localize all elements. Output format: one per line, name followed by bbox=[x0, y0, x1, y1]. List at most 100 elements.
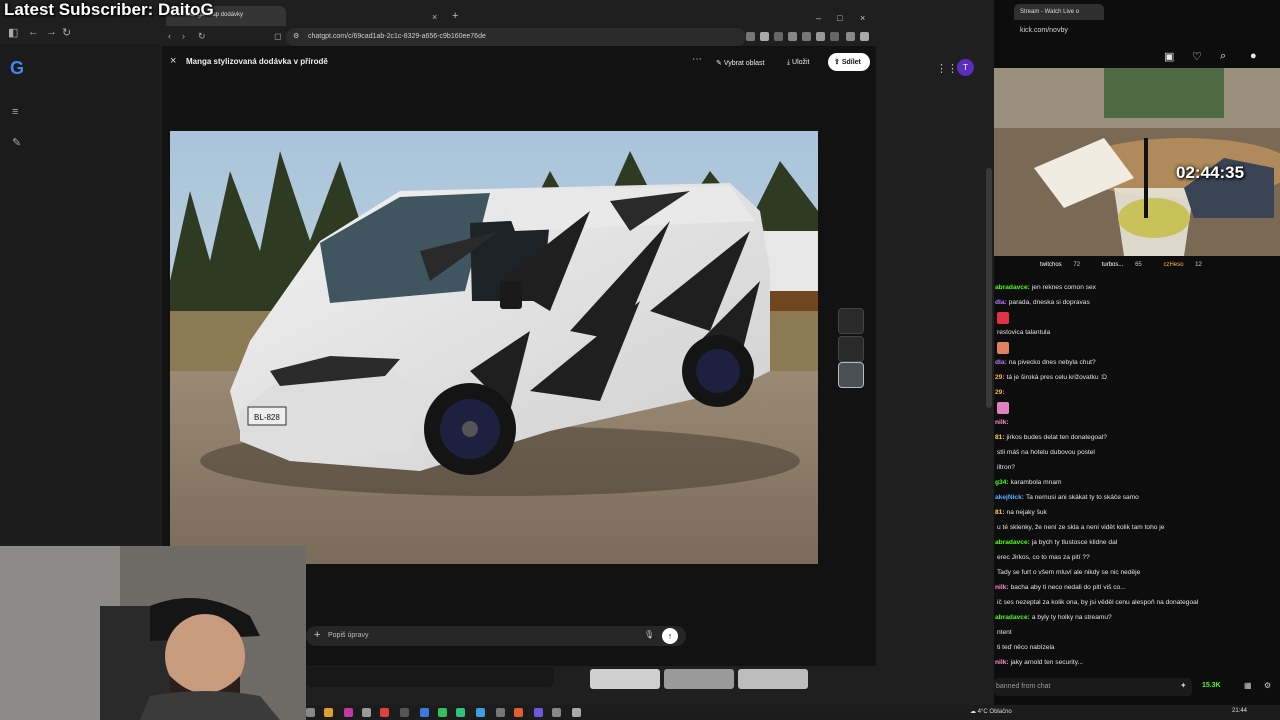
clock[interactable]: 21:44 bbox=[1232, 708, 1247, 714]
close-viewer-button[interactable]: × bbox=[170, 55, 176, 67]
extension-icon[interactable] bbox=[746, 32, 755, 41]
heart-icon[interactable]: ♡ bbox=[1192, 50, 1202, 63]
extension-icon[interactable] bbox=[788, 32, 797, 41]
chat-username[interactable]: 81: bbox=[995, 509, 1005, 516]
chat-message: abradavce: a byly ty holky na streamu? bbox=[994, 612, 1280, 627]
avatar[interactable]: ● bbox=[1250, 50, 1257, 62]
chat-text: parada, dneska si dopravas bbox=[1008, 299, 1090, 306]
app-icon[interactable] bbox=[534, 708, 543, 717]
chat-username[interactable]: abradavce: bbox=[995, 284, 1030, 291]
thumbnail-1[interactable] bbox=[838, 308, 864, 334]
chat-text: jen reknes comon sex bbox=[1031, 284, 1096, 291]
chat-username[interactable]: 29: bbox=[995, 374, 1005, 381]
extension-icon[interactable] bbox=[774, 32, 783, 41]
chat-username[interactable]: nilk: bbox=[995, 659, 1009, 666]
license-plate: BL-828 bbox=[254, 413, 280, 422]
chat-username[interactable]: akejNick: bbox=[995, 494, 1024, 501]
scrollbar[interactable] bbox=[986, 168, 992, 408]
app-icon[interactable] bbox=[552, 708, 561, 717]
emote-icon[interactable]: ✦ bbox=[1180, 681, 1187, 690]
chat-username[interactable]: dla: bbox=[995, 359, 1007, 366]
extension-icon[interactable] bbox=[830, 32, 839, 41]
apps-grid-icon[interactable]: ⋮⋮ bbox=[936, 62, 958, 75]
app-icon[interactable] bbox=[344, 708, 353, 717]
url-bar[interactable]: ⚙ chatgpt.com/c/69cad1ab-2c1c-8329-a656-… bbox=[286, 28, 746, 46]
extension-icon[interactable] bbox=[846, 32, 855, 41]
close-tab-icon[interactable]: × bbox=[432, 12, 437, 22]
app-icon[interactable] bbox=[438, 708, 447, 717]
forward-icon[interactable]: → bbox=[46, 26, 57, 38]
url-text: chatgpt.com/c/69cad1ab-2c1c-8329-a656-c9… bbox=[308, 33, 486, 40]
save-button[interactable]: ⤓ Uložit bbox=[787, 55, 810, 71]
sidebar-toggle-icon[interactable]: ◧ bbox=[8, 26, 18, 39]
app-icon[interactable] bbox=[400, 708, 409, 717]
extension-icon[interactable] bbox=[816, 32, 825, 41]
van-photo: BL-828 bbox=[170, 131, 818, 564]
extension-icon[interactable] bbox=[802, 32, 811, 41]
menu-icon[interactable] bbox=[860, 32, 869, 41]
tab-kick[interactable]: Stream - Watch Live o bbox=[1014, 4, 1104, 20]
more-options-icon[interactable]: ⋯ bbox=[692, 54, 702, 65]
back-icon[interactable]: ← bbox=[28, 26, 39, 38]
close-window-icon[interactable]: × bbox=[860, 13, 865, 23]
weather-widget[interactable]: ☁ 4°C Oblačno bbox=[970, 708, 1012, 715]
settings-icon[interactable]: ⚙ bbox=[1264, 681, 1271, 690]
app-icon[interactable] bbox=[324, 708, 333, 717]
chat-username[interactable]: g34: bbox=[995, 479, 1009, 486]
strip-thumbnail[interactable] bbox=[590, 669, 660, 689]
chat-username[interactable]: abradavce: bbox=[995, 539, 1030, 546]
stream-video[interactable] bbox=[994, 68, 1280, 256]
avatar[interactable]: T bbox=[957, 59, 974, 76]
reload-icon[interactable]: ↻ bbox=[198, 31, 206, 42]
brush-icon: ✎ bbox=[716, 60, 724, 67]
app-icon[interactable] bbox=[496, 708, 505, 717]
bookmark-icon[interactable]: ◻ bbox=[274, 31, 281, 42]
strip-thumbnail[interactable] bbox=[738, 669, 808, 689]
chat-text: Ta nemusi ani skákat ty to skáče samo bbox=[1025, 494, 1139, 501]
back-icon[interactable]: ‹ bbox=[168, 31, 171, 41]
chat-username[interactable]: nilk: bbox=[995, 419, 1009, 426]
reload-icon[interactable]: ↻ bbox=[62, 26, 71, 39]
thumbnail-2[interactable] bbox=[838, 336, 864, 362]
select-area-button[interactable]: ✎ Vybrat oblast bbox=[716, 55, 764, 71]
chat-username[interactable]: abradavce: bbox=[995, 614, 1030, 621]
store-icon[interactable]: ▣ bbox=[1164, 50, 1174, 63]
chat-input[interactable]: banned from chat bbox=[994, 678, 1192, 696]
app-icon[interactable] bbox=[380, 708, 389, 717]
edit-prompt-input[interactable]: + Popiš úpravy 🎙 ↑ bbox=[306, 626, 686, 646]
minimize-icon[interactable]: – bbox=[816, 13, 821, 23]
calendar-icon[interactable]: ▦ bbox=[1244, 681, 1252, 690]
app-icon[interactable] bbox=[572, 708, 581, 717]
plus-icon[interactable]: + bbox=[314, 629, 320, 641]
chat-username[interactable]: 29: bbox=[995, 389, 1005, 396]
send-button[interactable]: ↑ bbox=[662, 628, 678, 644]
strip-thumbnail[interactable] bbox=[664, 669, 734, 689]
chat-username[interactable]: 81: bbox=[995, 434, 1005, 441]
menu-icon[interactable]: ≡ bbox=[12, 106, 18, 118]
edit-icon[interactable]: ✎ bbox=[12, 136, 21, 149]
chat-message: u té sklenky, že není ze skla a není vid… bbox=[994, 522, 1280, 537]
chat-username[interactable]: nilk: bbox=[995, 584, 1009, 591]
thumbnail-3-selected[interactable] bbox=[838, 362, 864, 388]
share-button[interactable]: ⇪ Sdílet bbox=[828, 53, 870, 71]
app-icon[interactable] bbox=[306, 708, 315, 717]
chat-text: jaky arnold ten security... bbox=[1010, 659, 1084, 666]
chat-text: na pivecko dnes nebyla chut? bbox=[1008, 359, 1096, 366]
app-icon[interactable] bbox=[362, 708, 371, 717]
maximize-icon[interactable]: □ bbox=[837, 13, 842, 23]
top-gifters: twitchos 72 turbos... 65 czHeso 12 bbox=[1040, 262, 1280, 272]
search-icon[interactable]: ⌕ bbox=[1220, 50, 1226, 63]
site-info-icon[interactable]: ⚙ bbox=[293, 32, 299, 40]
extension-icon[interactable] bbox=[760, 32, 769, 41]
forward-icon[interactable]: › bbox=[182, 31, 185, 41]
app-icon[interactable] bbox=[514, 708, 523, 717]
new-tab-button[interactable]: + bbox=[452, 10, 458, 22]
url-bar[interactable]: kick.com/novby bbox=[1020, 24, 1170, 38]
microphone-icon[interactable]: 🎙 bbox=[644, 630, 654, 639]
app-icon[interactable] bbox=[420, 708, 429, 717]
google-logo[interactable]: G bbox=[10, 58, 24, 79]
app-icon[interactable] bbox=[476, 708, 485, 717]
chat-username[interactable]: dla: bbox=[995, 299, 1007, 306]
app-icon[interactable] bbox=[456, 708, 465, 717]
chat-text: Tady se furt o všem mluví ale nikdy se n… bbox=[997, 569, 1141, 576]
